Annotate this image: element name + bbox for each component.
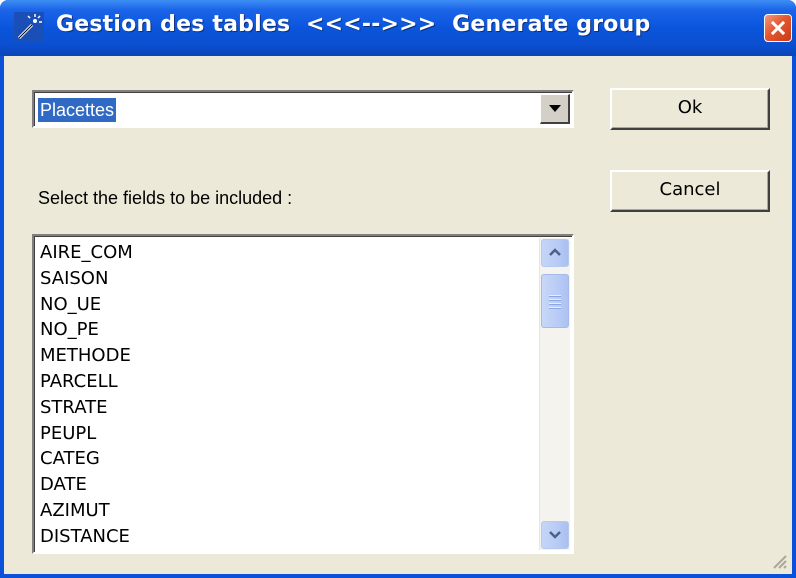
list-item[interactable]: PEUPL bbox=[40, 421, 536, 447]
window-title: Gestion des tables <<<-->>> Generate gro… bbox=[56, 12, 651, 37]
fields-prompt-label: Select the fields to be included : bbox=[38, 188, 293, 208]
fields-list: AIRE_COM SAISON NO_UE NO_PE METHODE PARCELL ST… bbox=[40, 240, 536, 550]
title-bar[interactable]: Gestion des tables <<<-->>> Generate gro… bbox=[0, 0, 796, 56]
scroll-up-button[interactable] bbox=[541, 239, 569, 267]
grip-line bbox=[549, 303, 561, 304]
dialog-body: Placettes Ok Cancel Select the fields to… bbox=[4, 56, 792, 574]
list-item[interactable]: DATE bbox=[40, 472, 536, 498]
vertical-scrollbar[interactable] bbox=[539, 238, 570, 550]
scroll-down-button[interactable] bbox=[541, 521, 569, 549]
scroll-thumb[interactable] bbox=[541, 274, 569, 328]
table-select-combobox[interactable]: Placettes bbox=[32, 90, 574, 128]
dialog-window: Gestion des tables <<<-->>> Generate gro… bbox=[0, 0, 796, 578]
fields-listbox[interactable]: AIRE_COM SAISON NO_UE NO_PE METHODE PARCELL ST… bbox=[32, 234, 574, 554]
magic-wand-icon bbox=[14, 12, 44, 42]
list-item[interactable]: PARCELL bbox=[40, 369, 536, 395]
dropdown-button[interactable] bbox=[540, 94, 570, 124]
grip-line bbox=[549, 295, 561, 296]
table-select-value: Placettes bbox=[38, 98, 117, 122]
chevron-down-icon bbox=[549, 105, 561, 112]
ok-button[interactable]: Ok bbox=[610, 88, 770, 130]
list-item[interactable]: DISTANCE bbox=[40, 524, 536, 550]
list-item[interactable]: CATEG bbox=[40, 446, 536, 472]
list-item[interactable]: SAISON bbox=[40, 266, 536, 292]
list-item[interactable]: NO_UE bbox=[40, 292, 536, 318]
list-item[interactable]: STRATE bbox=[40, 395, 536, 421]
close-button[interactable] bbox=[764, 14, 792, 42]
resize-grip-icon[interactable] bbox=[768, 550, 788, 570]
close-icon bbox=[771, 21, 785, 35]
chevron-down-icon bbox=[549, 531, 561, 539]
grip-line bbox=[549, 299, 561, 300]
list-item[interactable]: NO_PE bbox=[40, 317, 536, 343]
cancel-button[interactable]: Cancel bbox=[610, 170, 770, 212]
list-item[interactable]: AIRE_COM bbox=[40, 240, 536, 266]
list-item[interactable]: AZIMUT bbox=[40, 498, 536, 524]
chevron-up-icon bbox=[549, 248, 561, 256]
list-item[interactable]: METHODE bbox=[40, 343, 536, 369]
grip-line bbox=[549, 307, 561, 308]
